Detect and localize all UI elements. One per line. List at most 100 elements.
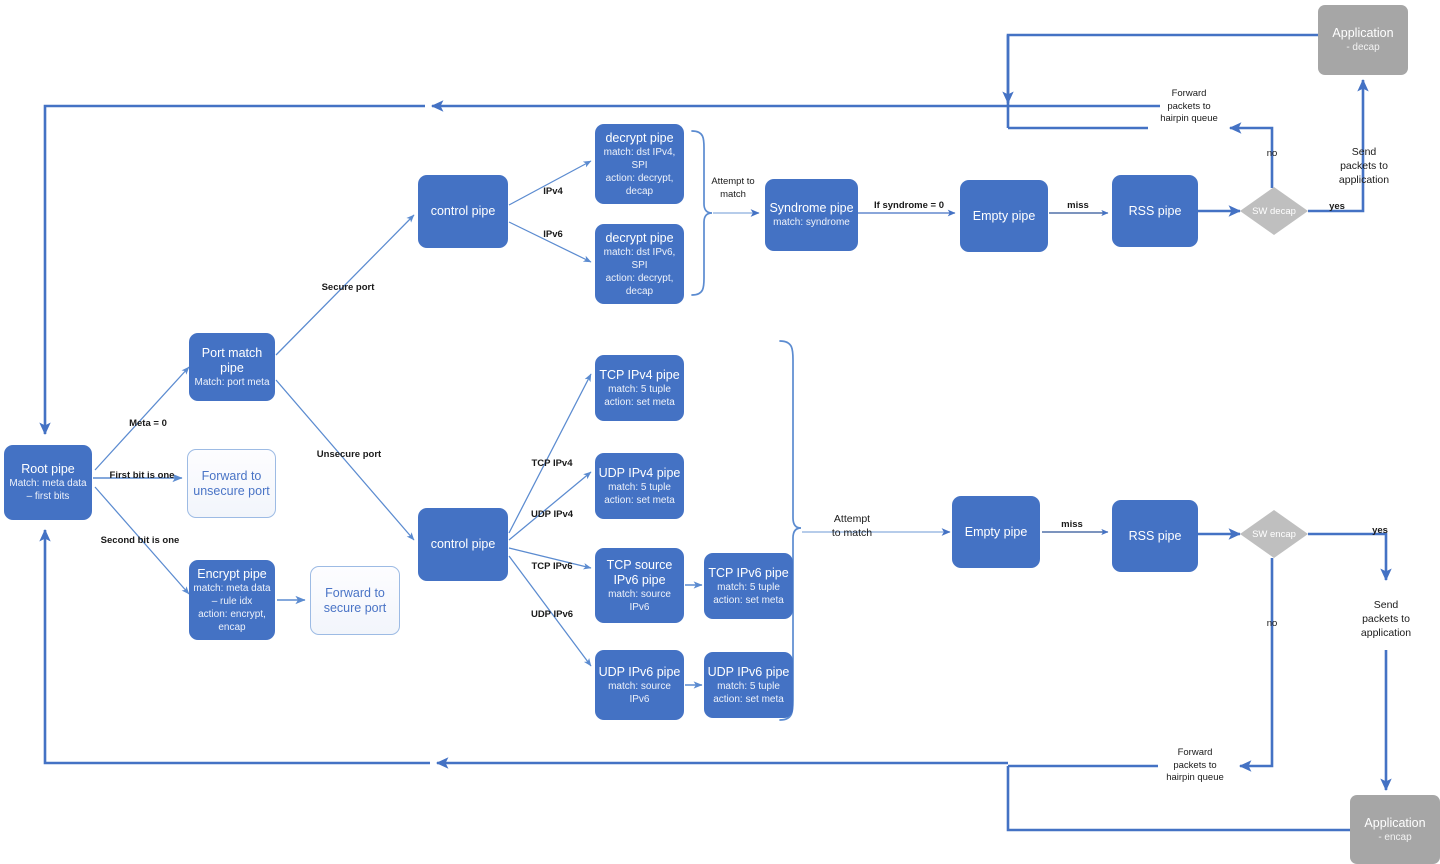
tcp-ipv4-line2: match: 5 tuple — [608, 383, 671, 395]
node-udp-ipv6-pipe[interactable]: UDP IPv6 pipe match: 5 tuple action: set… — [704, 652, 793, 718]
syndrome-pipe-line2: match: syndrome — [773, 217, 850, 228]
tcp-ipv6-line2: match: 5 tuple — [717, 581, 780, 593]
udp-src-ipv6-title: UDP IPv6 pipe — [598, 664, 681, 679]
label-udp-ipv6: UDP IPv6 — [530, 609, 574, 620]
node-application-decap[interactable]: Application - decap — [1318, 5, 1408, 75]
empty-pipe-top-title: Empty pipe — [972, 208, 1036, 223]
decrypt-v6-title: decrypt pipe — [605, 230, 674, 245]
application-encap-title: Application — [1364, 815, 1426, 830]
node-decrypt-pipe-ipv6[interactable]: decrypt pipe match: dst IPv6, SPI action… — [595, 224, 684, 304]
label-first-bit-is-one: First bit is one — [109, 470, 175, 481]
rss-pipe-top-title: RSS pipe — [1128, 203, 1182, 218]
decision-sw-encap[interactable]: SW encap — [1240, 510, 1308, 558]
label-udp-ipv4: UDP IPv4 — [530, 509, 574, 520]
udp-ipv6-line2: match: 5 tuple — [717, 680, 780, 692]
decrypt-v4-line5: decap — [625, 185, 654, 197]
control-pipe-top-title: control pipe — [430, 204, 496, 218]
label-secure-port: Secure port — [321, 282, 375, 293]
label-yes-top: yes — [1329, 201, 1345, 212]
udp-src-ipv6-line2: match: source — [608, 680, 671, 692]
application-decap-line2: - decap — [1346, 42, 1380, 53]
node-tcp-ipv4-pipe[interactable]: TCP IPv4 pipe match: 5 tuple action: set… — [595, 355, 684, 421]
root-pipe-line2: Match: meta data — [9, 478, 87, 489]
encrypt-pipe-line3: – rule idx — [211, 595, 253, 607]
tcp-src-ipv6-line4: IPv6 — [629, 601, 650, 613]
tcp-ipv6-title: TCP IPv6 pipe — [708, 565, 789, 580]
tcp-ipv4-line3: action: set meta — [604, 396, 675, 408]
forward-secure-line1: Forward to — [325, 585, 385, 600]
tcp-src-ipv6-title2: IPv6 pipe — [613, 572, 666, 587]
root-pipe-title: Root pipe — [21, 462, 75, 476]
label-attempt-to-match-bottom: Attempt to match — [831, 513, 873, 539]
label-yes-bottom: yes — [1372, 525, 1388, 536]
udp-ipv4-title: UDP IPv4 pipe — [598, 465, 681, 480]
control-pipe-mid-title: control pipe — [430, 537, 496, 551]
node-root-pipe[interactable]: Root pipe Match: meta data – first bits — [4, 445, 92, 520]
node-udp-ipv4-pipe[interactable]: UDP IPv4 pipe match: 5 tuple action: set… — [595, 453, 684, 519]
decision-sw-decap[interactable]: SW decap — [1240, 187, 1308, 235]
label-forward-hairpin-bottom: Forward packets to hairpin queue — [1166, 747, 1224, 783]
node-rss-pipe-top[interactable]: RSS pipe — [1112, 175, 1198, 247]
label-second-bit-is-one: Second bit is one — [100, 535, 180, 546]
label-forward-hairpin-top: Forward packets to hairpin queue — [1160, 88, 1218, 124]
node-decrypt-pipe-ipv4[interactable]: decrypt pipe match: dst IPv4, SPI action… — [595, 124, 684, 204]
tcp-src-ipv6-line3: match: source — [608, 588, 671, 600]
empty-pipe-bottom-title: Empty pipe — [964, 524, 1028, 539]
node-empty-pipe-top[interactable]: Empty pipe — [960, 180, 1048, 252]
decrypt-v6-line4: action: decrypt, — [605, 272, 674, 284]
node-tcp-source-ipv6-pipe[interactable]: TCP source IPv6 pipe match: source IPv6 — [595, 548, 684, 623]
decrypt-v6-line3: SPI — [631, 259, 648, 271]
node-application-encap[interactable]: Application - encap — [1350, 795, 1440, 864]
label-ipv6: IPv6 — [543, 229, 563, 240]
udp-ipv4-line2: match: 5 tuple — [608, 481, 671, 493]
forward-unsecure-line1: Forward to — [201, 468, 262, 483]
encrypt-pipe-line4: action: encrypt, — [198, 608, 266, 620]
root-pipe-line3: – first bits — [26, 491, 70, 502]
node-empty-pipe-bottom[interactable]: Empty pipe — [952, 496, 1040, 568]
sw-decap-label: SW decap — [1252, 205, 1296, 217]
syndrome-pipe-title: Syndrome pipe — [769, 201, 854, 215]
label-attempt-to-match-top: Attempt to match — [711, 176, 755, 200]
label-no-top: no — [1266, 148, 1278, 159]
udp-src-ipv6-line3: IPv6 — [629, 693, 650, 705]
node-forward-to-unsecure-port[interactable]: Forward to unsecure port — [187, 449, 276, 518]
node-udp-source-ipv6-pipe[interactable]: UDP IPv6 pipe match: source IPv6 — [595, 650, 684, 720]
label-tcp-ipv4: TCP IPv4 — [531, 458, 573, 469]
decrypt-v6-line2: match: dst IPv6, — [603, 246, 676, 258]
tcp-ipv6-line3: action: set meta — [713, 594, 784, 606]
label-meta-zero: Meta = 0 — [129, 418, 167, 429]
decrypt-v6-line5: decap — [625, 285, 654, 297]
encrypt-pipe-title: Encrypt pipe — [197, 566, 267, 581]
port-match-pipe-line3: Match: port meta — [194, 376, 270, 388]
forward-secure-line2: secure port — [323, 600, 387, 615]
rss-pipe-bottom-title: RSS pipe — [1128, 528, 1182, 543]
tcp-src-ipv6-title: TCP source — [606, 557, 673, 572]
label-send-packets-to-application-bottom: Send packets to application — [1360, 599, 1412, 639]
node-port-match-pipe[interactable]: Port match pipe Match: port meta — [189, 333, 275, 401]
udp-ipv4-line3: action: set meta — [604, 494, 675, 506]
label-unsecure-port: Unsecure port — [316, 449, 382, 460]
port-match-pipe-title: Port match — [201, 345, 263, 360]
udp-ipv6-line3: action: set meta — [713, 693, 784, 705]
node-syndrome-pipe[interactable]: Syndrome pipe match: syndrome — [765, 179, 858, 251]
decrypt-v4-line3: SPI — [631, 159, 648, 171]
tcp-ipv4-title: TCP IPv4 pipe — [599, 367, 680, 382]
label-tcp-ipv6: TCP IPv6 — [531, 561, 573, 572]
udp-ipv6-title: UDP IPv6 pipe — [707, 664, 790, 679]
node-control-pipe-top[interactable]: control pipe — [418, 175, 508, 248]
decrypt-v4-line2: match: dst IPv4, — [603, 146, 676, 158]
diagram-canvas: Root pipe Match: meta data – first bits … — [0, 0, 1440, 864]
label-if-syndrome-zero: If syndrome = 0 — [874, 200, 944, 211]
node-control-pipe-mid[interactable]: control pipe — [418, 508, 508, 581]
application-decap-title: Application — [1332, 26, 1394, 40]
label-send-packets-to-application-top: Send packets to application — [1338, 146, 1390, 186]
node-rss-pipe-bottom[interactable]: RSS pipe — [1112, 500, 1198, 572]
node-forward-to-secure-port[interactable]: Forward to secure port — [310, 566, 400, 635]
node-encrypt-pipe[interactable]: Encrypt pipe match: meta data – rule idx… — [189, 560, 275, 640]
port-match-pipe-title2: pipe — [220, 360, 244, 375]
label-ipv4: IPv4 — [543, 186, 563, 197]
node-tcp-ipv6-pipe[interactable]: TCP IPv6 pipe match: 5 tuple action: set… — [704, 553, 793, 619]
sw-encap-label: SW encap — [1252, 528, 1296, 540]
encrypt-pipe-line5: encap — [218, 621, 246, 633]
encrypt-pipe-line2: match: meta data — [193, 582, 271, 594]
